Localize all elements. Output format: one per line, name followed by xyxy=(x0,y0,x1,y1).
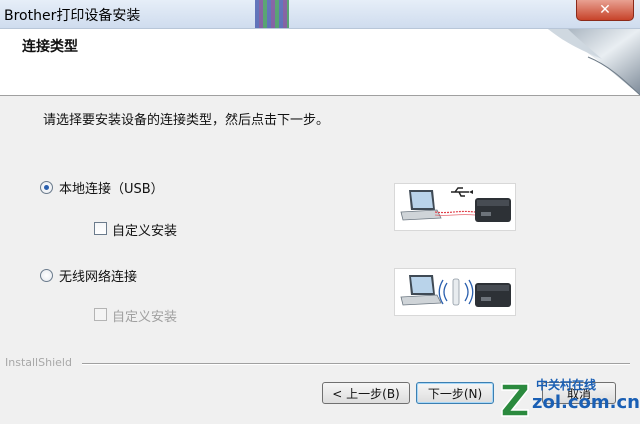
printer-icon xyxy=(475,283,511,307)
close-button[interactable]: ✕ xyxy=(576,0,634,21)
access-point-icon xyxy=(452,278,460,306)
wireless-connection-illustration xyxy=(394,268,516,316)
next-button[interactable]: 下一步(N) xyxy=(416,382,494,404)
page-title: 连接类型 xyxy=(22,39,78,55)
header-panel: 连接类型 xyxy=(0,29,640,96)
laptop-icon xyxy=(400,275,442,306)
usb-custom-install-label[interactable]: 自定义安装 xyxy=(112,220,177,239)
usb-symbol-icon xyxy=(451,187,473,197)
watermark-line1: 中关村在线 xyxy=(536,378,597,392)
wireless-custom-install-label: 自定义安装 xyxy=(112,310,178,325)
title-decoration xyxy=(255,0,289,28)
window-title: Brother打印设备安装 xyxy=(4,8,141,24)
zol-watermark: 中关村在线 zol.com.cn xyxy=(496,372,640,424)
usb-connection-label[interactable]: 本地连接（USB） xyxy=(59,178,164,197)
zol-logo-icon xyxy=(501,383,529,417)
instruction-text: 请选择要安装设备的连接类型，然后点击下一步。 xyxy=(43,113,330,128)
back-button[interactable]: < 上一步(B) xyxy=(322,382,410,404)
wireless-connection-label[interactable]: 无线网络连接 xyxy=(59,266,137,285)
wireless-custom-install-checkbox[interactable] xyxy=(94,308,107,321)
watermark-line2: zol.com.cn xyxy=(532,392,640,413)
title-bar: Brother打印设备安装 ✕ xyxy=(0,0,640,29)
usb-connection-illustration xyxy=(394,183,516,231)
wireless-connection-radio[interactable] xyxy=(40,269,53,282)
page-curl-graphic xyxy=(548,29,640,95)
usb-cable-icon xyxy=(434,210,476,217)
footer-separator xyxy=(82,363,630,365)
usb-connection-radio[interactable] xyxy=(40,181,53,194)
printer-icon xyxy=(475,198,511,222)
installshield-brand: InstallShield xyxy=(5,356,72,369)
usb-custom-install-checkbox[interactable] xyxy=(94,222,107,235)
